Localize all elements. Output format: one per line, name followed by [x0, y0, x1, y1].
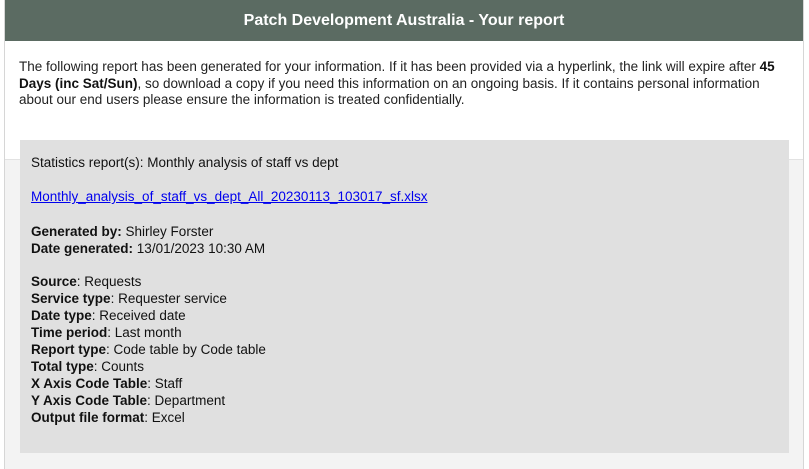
detail-value: : Requester service — [110, 291, 227, 306]
detail-label: Y Axis Code Table — [31, 393, 148, 408]
report-details: Source: Requests Service type: Requester… — [31, 273, 778, 426]
detail-value: : Code table by Code table — [106, 342, 266, 357]
detail-value: : Received date — [91, 308, 186, 323]
detail-value: : Requests — [76, 274, 142, 289]
date-generated-label: Date generated: — [31, 241, 134, 256]
detail-row-y-axis: Y Axis Code Table: Department — [31, 392, 778, 409]
detail-row-date-type: Date type: Received date — [31, 307, 778, 324]
detail-label: X Axis Code Table — [31, 376, 148, 391]
detail-value: : Staff — [147, 376, 183, 391]
header-title: Patch Development Australia - Your repor… — [243, 11, 565, 29]
report-panel: Statistics report(s): Monthly analysis o… — [20, 140, 789, 453]
notice-text-before: The following report has been generated … — [19, 59, 760, 74]
detail-row-report-type: Report type: Code table by Code table — [31, 341, 778, 358]
detail-label: Time period — [31, 325, 108, 340]
detail-label: Total type — [31, 359, 94, 374]
stats-report-title: Statistics report(s): Monthly analysis o… — [31, 155, 339, 170]
detail-row-source: Source: Requests — [31, 273, 778, 290]
detail-label: Report type — [31, 342, 107, 357]
detail-value: : Counts — [93, 359, 145, 374]
detail-label: Service type — [31, 291, 111, 306]
detail-row-total-type: Total type: Counts — [31, 358, 778, 375]
generated-by-label: Generated by: — [31, 224, 122, 239]
detail-value: : Excel — [144, 410, 185, 425]
detail-value: : Last month — [107, 325, 182, 340]
detail-label: Output file format — [31, 410, 145, 425]
email-frame: Patch Development Australia - Your repor… — [4, 0, 804, 469]
date-generated-row: Date generated: 13/01/2023 10:30 AM — [31, 240, 778, 257]
date-generated-value: 13/01/2023 10:30 AM — [136, 241, 266, 256]
detail-row-output-format: Output file format: Excel — [31, 409, 778, 426]
detail-row-x-axis: X Axis Code Table: Staff — [31, 375, 778, 392]
detail-label: Source — [31, 274, 77, 289]
report-meta: Generated by: Shirley Forster Date gener… — [31, 223, 778, 257]
report-file-link[interactable]: Monthly_analysis_of_staff_vs_dept_All_20… — [31, 189, 428, 205]
detail-row-service-type: Service type: Requester service — [31, 290, 778, 307]
report-header: Patch Development Australia - Your repor… — [5, 0, 803, 41]
detail-value: : Department — [147, 393, 226, 408]
detail-label: Date type — [31, 308, 92, 323]
generated-by-value: Shirley Forster — [125, 224, 214, 239]
detail-row-time-period: Time period: Last month — [31, 324, 778, 341]
generated-by-row: Generated by: Shirley Forster — [31, 223, 778, 240]
